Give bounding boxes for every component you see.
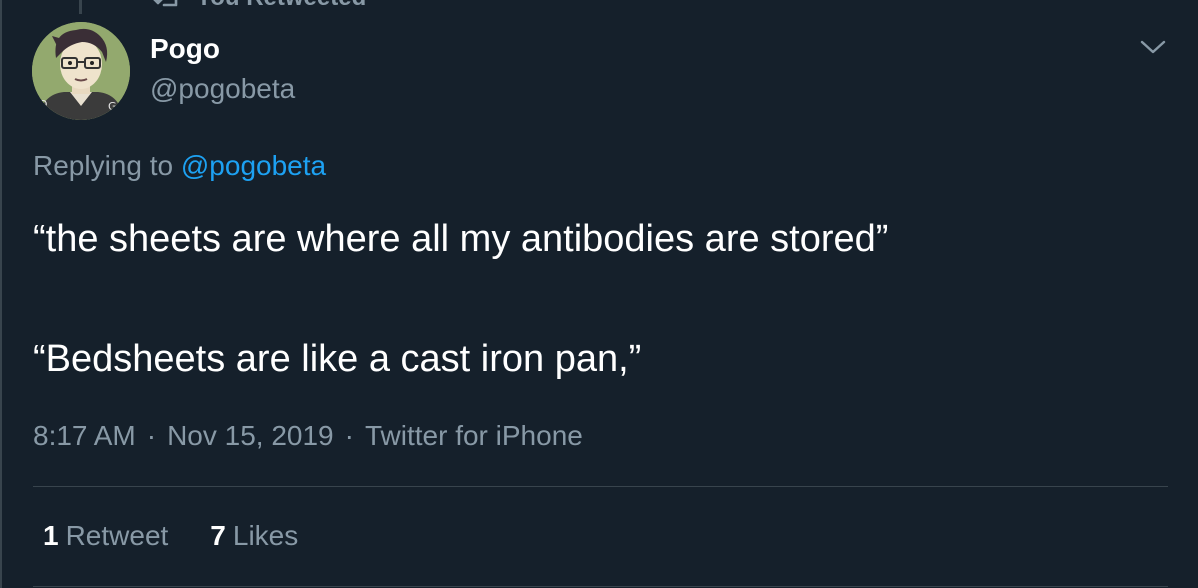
cartoon-avatar-image: :O G: [32, 22, 130, 120]
replying-to: Replying to @pogobeta: [33, 150, 326, 182]
replying-mention-link[interactable]: @pogobeta: [181, 150, 326, 181]
author-display-name[interactable]: Pogo: [150, 33, 220, 65]
meta-separator: ·: [344, 420, 354, 451]
retweet-icon: [153, 0, 178, 7]
tweet-paragraph: “the sheets are where all my antibodies …: [33, 218, 889, 260]
retweet-context-label: You Retweeted: [196, 0, 366, 12]
avatar[interactable]: :O G: [32, 22, 130, 120]
tweet-date[interactable]: Nov 15, 2019: [167, 420, 334, 451]
svg-text::O: :O: [35, 98, 48, 111]
meta-separator: ·: [146, 420, 157, 451]
tweet-paragraph: “Bedsheets are like a cast iron pan,”: [33, 338, 642, 380]
thread-line: [79, 0, 82, 14]
svg-text:G: G: [108, 100, 117, 113]
divider: [33, 586, 1168, 587]
retweet-context: You Retweeted: [152, 0, 366, 13]
retweets-stat[interactable]: 1 Retweet: [43, 520, 168, 552]
tweet-time[interactable]: 8:17 AM: [33, 420, 136, 451]
tweet-meta: 8:17 AM · Nov 15, 2019 · Twitter for iPhone: [33, 420, 583, 452]
retweets-label: Retweet: [65, 520, 169, 551]
tweet-stats: 1 Retweet 7 Likes: [43, 520, 340, 552]
tweet-text: “the sheets are where all my antibodies …: [33, 215, 1173, 383]
likes-label: Likes: [232, 520, 299, 551]
divider: [33, 486, 1168, 487]
likes-stat[interactable]: 7 Likes: [210, 520, 298, 552]
retweets-count: 1: [43, 520, 59, 551]
column-border: [0, 0, 2, 588]
tweet-source-link[interactable]: Twitter for iPhone: [365, 420, 583, 451]
chevron-down-icon[interactable]: [1138, 36, 1168, 58]
author-handle[interactable]: @pogobeta: [150, 73, 295, 105]
likes-count: 7: [210, 520, 226, 551]
replying-prefix: Replying to: [33, 150, 181, 181]
